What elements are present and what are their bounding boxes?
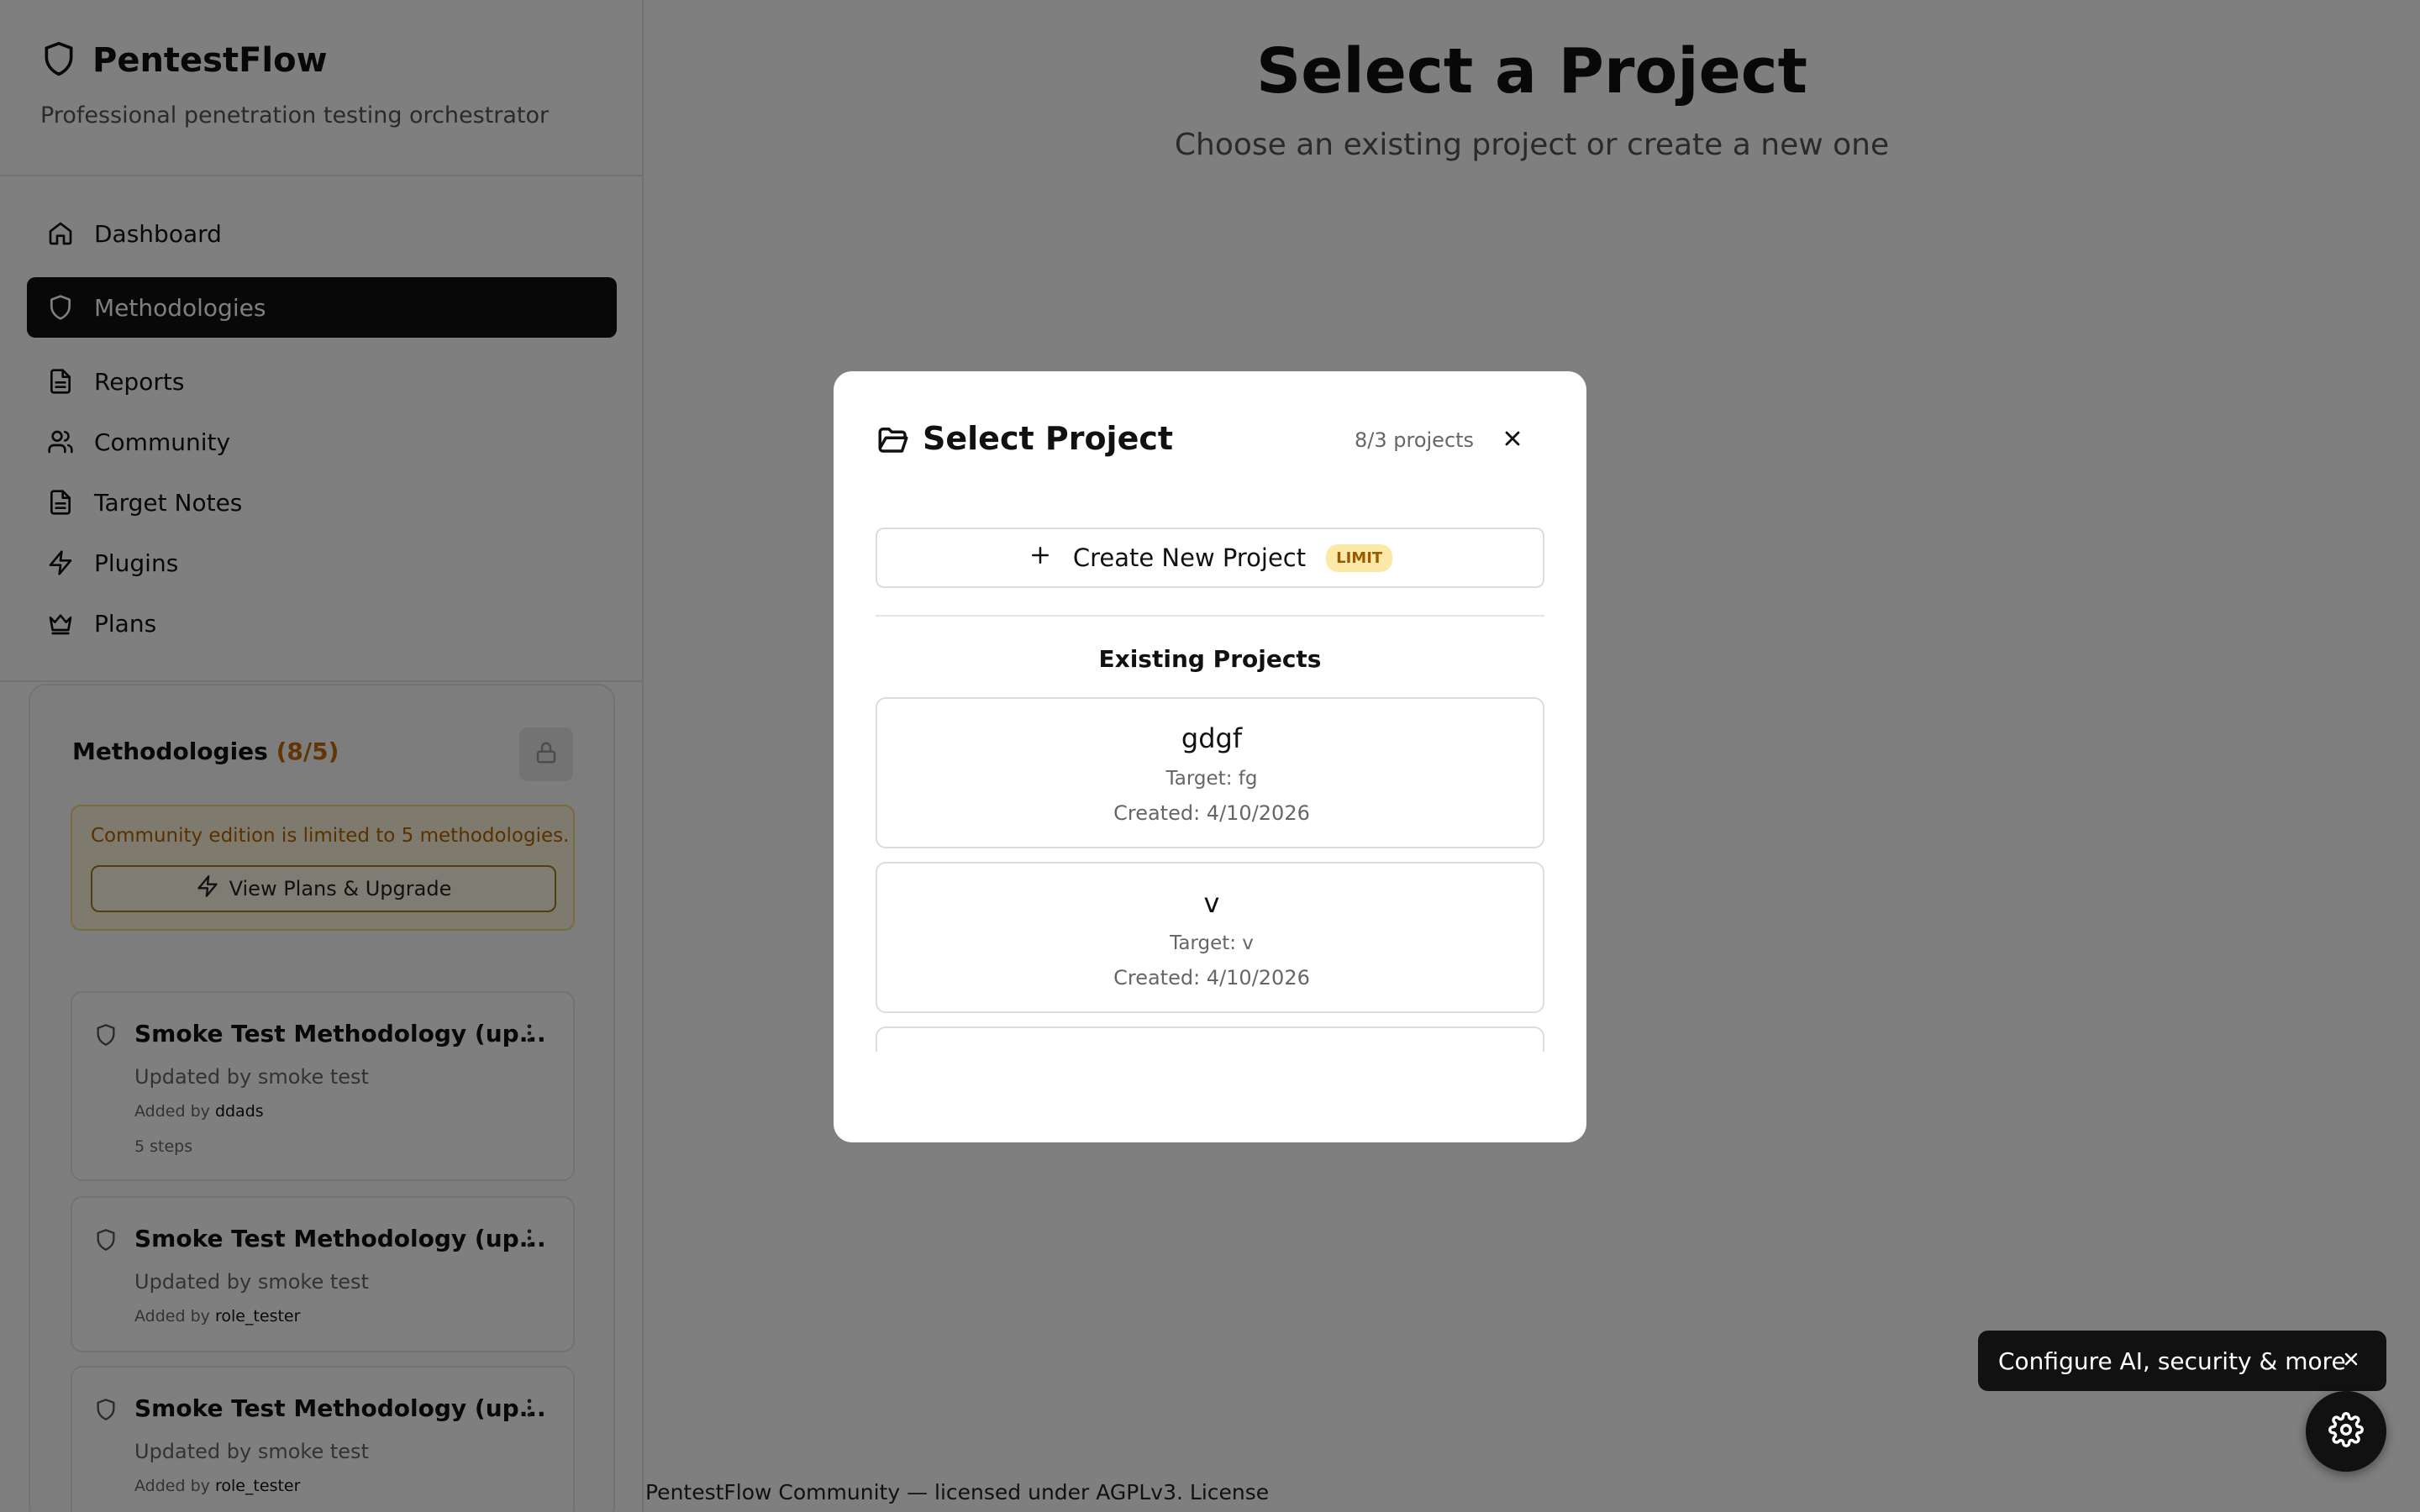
project-count: 8/3 projects xyxy=(1355,428,1475,452)
modal-title: Select Project xyxy=(923,420,1174,457)
settings-toast: Configure AI, security & more xyxy=(1978,1331,2386,1391)
limit-badge: LIMIT xyxy=(1326,543,1393,572)
project-card[interactable]: gdgf Target: fg Created: 4/10/2026 xyxy=(876,697,1544,848)
close-icon xyxy=(1501,427,1524,454)
project-name: gdgf xyxy=(1181,722,1243,754)
toast-close-button[interactable] xyxy=(2336,1346,2366,1376)
settings-button[interactable] xyxy=(2306,1391,2386,1472)
gear-icon xyxy=(2328,1412,2364,1451)
project-name: v xyxy=(1203,887,1220,919)
toast-text: Configure AI, security & more xyxy=(1998,1347,2346,1375)
project-created: Created: 4/10/2026 xyxy=(1113,801,1310,825)
project-card[interactable]: invitedCreatedaapro xyxy=(876,1026,1544,1052)
modal-divider xyxy=(876,615,1544,617)
existing-projects-heading: Existing Projects xyxy=(1098,645,1322,673)
folder-open-icon xyxy=(876,422,911,460)
plus-icon xyxy=(1028,543,1053,574)
close-icon xyxy=(2341,1347,2361,1375)
app-root: PentestFlow Professional penetration tes… xyxy=(0,0,2420,1512)
project-card[interactable]: v Target: v Created: 4/10/2026 xyxy=(876,862,1544,1013)
project-created: Created: 4/10/2026 xyxy=(1113,966,1310,990)
select-project-modal: Select Project 8/3 projects Create New P… xyxy=(834,371,1586,1142)
project-target: Target: v xyxy=(1170,932,1254,954)
project-target: Target: fg xyxy=(1165,768,1258,790)
create-project-label: Create New Project xyxy=(1072,543,1307,572)
close-button[interactable] xyxy=(1496,423,1529,457)
project-list[interactable]: gdgf Target: fg Created: 4/10/2026 v Tar… xyxy=(876,697,1544,1052)
create-new-project-button[interactable]: Create New Project LIMIT xyxy=(876,528,1544,588)
